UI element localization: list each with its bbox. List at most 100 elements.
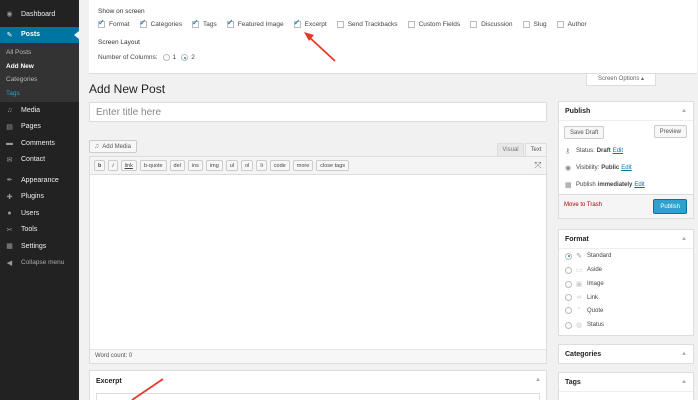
menu-pages[interactable]: ▤ Pages — [0, 119, 79, 136]
option-label: Author — [567, 21, 587, 28]
qt-code-button[interactable]: code — [269, 160, 290, 171]
option-featured-image[interactable]: Featured Image — [226, 18, 284, 28]
toggle-arrow-icon[interactable]: ▲ — [535, 377, 541, 383]
excerpt-title: Excerpt — [96, 378, 122, 385]
columns-radio-2[interactable] — [181, 54, 189, 61]
qt-link-button[interactable]: link — [120, 160, 137, 171]
screen-options-tab[interactable]: Screen Options ▴ — [586, 74, 656, 86]
submenu-add-new[interactable]: Add New — [0, 60, 79, 74]
menu-collapse[interactable]: ◀ Collapse menu — [0, 255, 79, 272]
columns-radio-1[interactable] — [162, 54, 170, 61]
pin-icon: ✎ — [6, 31, 13, 39]
format-aside[interactable]: ▭ Aside — [565, 266, 602, 274]
edit-publish-time-link[interactable]: Edit — [634, 182, 644, 188]
columns-option-label: 2 — [191, 54, 195, 61]
qt-italic-button[interactable]: i — [108, 160, 118, 171]
menu-contact[interactable]: ✉ Contact — [0, 152, 79, 169]
categories-header[interactable]: Categories ▲ — [559, 345, 693, 363]
checkbox[interactable] — [522, 21, 530, 28]
qt-ol-button[interactable]: ol — [241, 160, 254, 171]
tags-header[interactable]: Tags ▲ — [559, 373, 693, 392]
menu-dashboard[interactable]: ◉ Dashboard — [0, 6, 79, 23]
format-standard[interactable]: ✎ Standard — [565, 252, 611, 260]
submenu-categories[interactable]: Categories — [0, 73, 79, 87]
screen-options-panel: Show on screen Format Categories Tags Fe… — [89, 0, 697, 74]
format-radio[interactable] — [565, 294, 572, 301]
format-image[interactable]: ▣ Image — [565, 280, 604, 288]
qt-close-tags-button[interactable]: close tags — [316, 160, 350, 171]
media-icon: ♫ — [6, 106, 13, 114]
format-label: Standard — [587, 253, 612, 259]
option-tags[interactable]: Tags — [192, 18, 217, 28]
move-to-trash-link[interactable]: Move to Trash — [564, 202, 602, 208]
tab-text[interactable]: Text — [525, 143, 547, 156]
option-discussion[interactable]: Discussion — [470, 21, 513, 28]
qt-ul-button[interactable]: ul — [225, 160, 239, 171]
menu-plugins[interactable]: ✚ Plugins — [0, 189, 79, 206]
edit-visibility-link[interactable]: Edit — [621, 165, 631, 171]
save-draft-button[interactable]: Save Draft — [564, 126, 605, 139]
format-header[interactable]: Format ▲ — [559, 230, 693, 249]
submenu-all-posts[interactable]: All Posts — [0, 46, 79, 60]
option-custom-fields[interactable]: Custom Fields — [407, 21, 461, 28]
menu-label: Comments — [21, 139, 55, 147]
publish-button[interactable]: Publish — [653, 199, 687, 214]
checkbox[interactable] — [226, 18, 234, 28]
post-title-input[interactable] — [89, 102, 547, 122]
excerpt-textarea[interactable] — [96, 393, 540, 400]
format-radio[interactable] — [565, 266, 572, 274]
menu-label: Collapse menu — [21, 259, 65, 267]
qt-bquote-button[interactable]: b-quote — [139, 160, 167, 171]
checkbox[interactable] — [192, 18, 200, 28]
option-categories[interactable]: Categories — [139, 18, 182, 28]
toggle-arrow-icon[interactable]: ▲ — [681, 108, 687, 114]
qt-more-button[interactable]: more — [292, 160, 314, 171]
checkbox[interactable] — [407, 21, 415, 28]
checkbox[interactable] — [139, 18, 147, 28]
format-radio[interactable] — [565, 321, 572, 329]
option-format[interactable]: Format — [98, 18, 130, 28]
option-excerpt[interactable]: Excerpt — [293, 18, 327, 28]
menu-users[interactable]: ● Users — [0, 205, 79, 222]
format-radio[interactable] — [565, 307, 572, 314]
option-label: Custom Fields — [418, 21, 461, 28]
qt-img-button[interactable]: img — [205, 160, 223, 171]
qt-li-button[interactable]: li — [256, 160, 267, 171]
checkbox[interactable] — [293, 18, 301, 28]
qt-ins-button[interactable]: ins — [187, 160, 203, 171]
qt-bold-button[interactable]: b — [94, 160, 106, 171]
submenu-tags[interactable]: Tags — [0, 87, 79, 101]
format-radio[interactable] — [565, 280, 572, 288]
toggle-arrow-icon[interactable]: ▲ — [681, 236, 687, 242]
menu-settings[interactable]: ▦ Settings — [0, 238, 79, 255]
toggle-arrow-icon[interactable]: ▲ — [681, 379, 687, 385]
edit-status-link[interactable]: Edit — [613, 148, 623, 154]
qt-del-button[interactable]: del — [169, 160, 185, 171]
menu-tools[interactable]: ✂ Tools — [0, 222, 79, 239]
menu-media[interactable]: ♫ Media — [0, 102, 79, 119]
publish-header[interactable]: Publish ▲ — [559, 102, 693, 121]
toggle-arrow-icon[interactable]: ▲ — [681, 351, 687, 357]
format-status[interactable]: ◍ Status — [565, 321, 604, 329]
key-icon: ⚷ — [565, 148, 571, 155]
menu-posts[interactable]: ✎ Posts — [0, 26, 79, 43]
checkbox[interactable] — [470, 21, 478, 28]
menu-comments[interactable]: ▬ Comments — [0, 135, 79, 152]
format-radio[interactable] — [565, 252, 572, 260]
checkbox[interactable] — [556, 21, 564, 28]
tab-visual[interactable]: Visual — [497, 143, 524, 156]
checkbox[interactable] — [336, 21, 344, 28]
screen-options-checkboxes: Format Categories Tags Featured Image Ex… — [98, 18, 597, 28]
format-quote[interactable]: “ Quote — [565, 307, 603, 314]
preview-button[interactable]: Preview — [653, 125, 687, 138]
option-send-trackbacks[interactable]: Send Trackbacks — [336, 21, 398, 28]
screen-options-title: Show on screen — [98, 8, 145, 15]
option-slug[interactable]: Slug — [522, 21, 547, 28]
format-link[interactable]: ∞ Link — [565, 294, 598, 301]
post-content-editor[interactable]: b i link b-quote del ins img ul ol li co… — [89, 156, 547, 364]
menu-appearance[interactable]: ✒ Appearance — [0, 172, 79, 189]
fullscreen-icon[interactable]: ⤧ — [533, 160, 543, 170]
option-author[interactable]: Author — [556, 21, 587, 28]
add-media-button[interactable]: ♫ Add Media — [89, 140, 137, 153]
checkbox[interactable] — [98, 18, 105, 28]
